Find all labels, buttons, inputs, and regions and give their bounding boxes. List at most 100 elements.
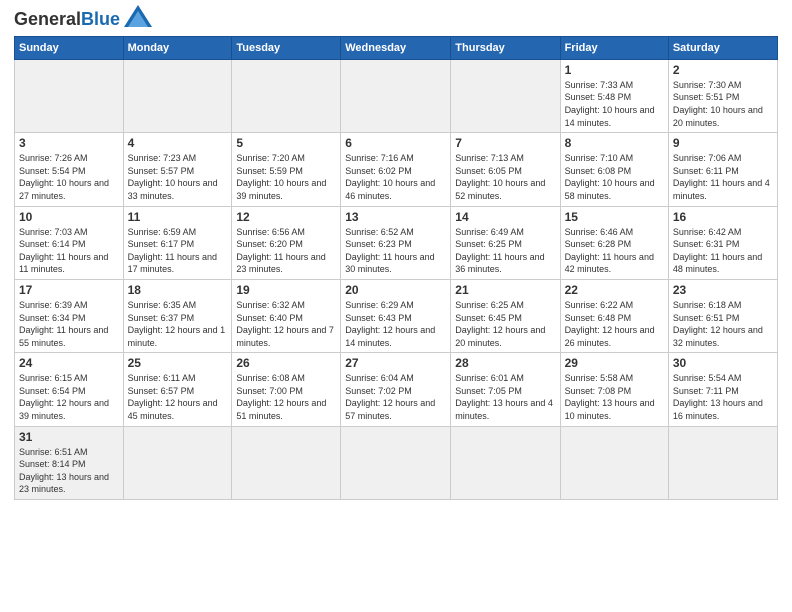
calendar-cell: 22 Sunrise: 6:22 AM Sunset: 6:48 PM Dayli… bbox=[560, 279, 668, 352]
calendar-cell: 17 Sunrise: 6:39 AM Sunset: 6:34 PM Dayli… bbox=[15, 279, 124, 352]
day-info: Sunrise: 6:59 AM Sunset: 6:17 PM Dayligh… bbox=[128, 226, 228, 276]
calendar-cell bbox=[560, 426, 668, 499]
weekday-header-tuesday: Tuesday bbox=[232, 36, 341, 59]
calendar-cell: 9 Sunrise: 7:06 AM Sunset: 6:11 PM Daylig… bbox=[668, 133, 777, 206]
day-info: Sunrise: 7:03 AM Sunset: 6:14 PM Dayligh… bbox=[19, 226, 119, 276]
day-number: 13 bbox=[345, 210, 446, 224]
logo-general: General bbox=[14, 9, 81, 29]
day-number: 2 bbox=[673, 63, 773, 77]
day-number: 21 bbox=[455, 283, 555, 297]
day-number: 22 bbox=[565, 283, 664, 297]
day-number: 23 bbox=[673, 283, 773, 297]
day-number: 30 bbox=[673, 356, 773, 370]
calendar-cell: 2Sunrise: 7:30 AM Sunset: 5:51 PM Daylig… bbox=[668, 59, 777, 132]
day-info: Sunrise: 6:25 AM Sunset: 6:45 PM Dayligh… bbox=[455, 299, 555, 349]
week-row-1: 3Sunrise: 7:26 AM Sunset: 5:54 PM Daylig… bbox=[15, 133, 778, 206]
day-info: Sunrise: 6:51 AM Sunset: 8:14 PM Dayligh… bbox=[19, 446, 119, 496]
week-row-0: 1Sunrise: 7:33 AM Sunset: 5:48 PM Daylig… bbox=[15, 59, 778, 132]
calendar-cell: 25 Sunrise: 6:11 AM Sunset: 6:57 PM Dayli… bbox=[123, 353, 232, 426]
week-row-3: 17 Sunrise: 6:39 AM Sunset: 6:34 PM Dayli… bbox=[15, 279, 778, 352]
day-number: 12 bbox=[236, 210, 336, 224]
calendar-cell: 7 Sunrise: 7:13 AM Sunset: 6:05 PM Daylig… bbox=[451, 133, 560, 206]
logo-area: GeneralBlue bbox=[14, 10, 152, 30]
calendar-cell: 24 Sunrise: 6:15 AM Sunset: 6:54 PM Dayli… bbox=[15, 353, 124, 426]
day-number: 24 bbox=[19, 356, 119, 370]
day-info: Sunrise: 7:33 AM Sunset: 5:48 PM Dayligh… bbox=[565, 79, 664, 129]
day-number: 8 bbox=[565, 136, 664, 150]
day-info: Sunrise: 6:18 AM Sunset: 6:51 PM Dayligh… bbox=[673, 299, 773, 349]
logo-icon bbox=[124, 5, 152, 27]
day-info: Sunrise: 6:01 AM Sunset: 7:05 PM Dayligh… bbox=[455, 372, 555, 422]
calendar-cell bbox=[341, 59, 451, 132]
calendar-cell: 30 Sunrise: 5:54 AM Sunset: 7:11 PM Dayli… bbox=[668, 353, 777, 426]
day-number: 7 bbox=[455, 136, 555, 150]
calendar-cell bbox=[232, 426, 341, 499]
calendar-cell: 14Sunrise: 6:49 AM Sunset: 6:25 PM Dayli… bbox=[451, 206, 560, 279]
calendar-cell: 27Sunrise: 6:04 AM Sunset: 7:02 PM Dayli… bbox=[341, 353, 451, 426]
calendar-cell: 12Sunrise: 6:56 AM Sunset: 6:20 PM Dayli… bbox=[232, 206, 341, 279]
weekday-header-row: SundayMondayTuesdayWednesdayThursdayFrid… bbox=[15, 36, 778, 59]
day-number: 26 bbox=[236, 356, 336, 370]
calendar-cell bbox=[451, 59, 560, 132]
week-row-5: 31 Sunrise: 6:51 AM Sunset: 8:14 PM Dayli… bbox=[15, 426, 778, 499]
day-number: 31 bbox=[19, 430, 119, 444]
day-number: 20 bbox=[345, 283, 446, 297]
weekday-header-sunday: Sunday bbox=[15, 36, 124, 59]
day-number: 27 bbox=[345, 356, 446, 370]
calendar-cell: 11 Sunrise: 6:59 AM Sunset: 6:17 PM Dayli… bbox=[123, 206, 232, 279]
calendar-cell: 20Sunrise: 6:29 AM Sunset: 6:43 PM Dayli… bbox=[341, 279, 451, 352]
logo-blue: Blue bbox=[81, 9, 120, 29]
day-number: 9 bbox=[673, 136, 773, 150]
day-info: Sunrise: 5:58 AM Sunset: 7:08 PM Dayligh… bbox=[565, 372, 664, 422]
calendar-cell bbox=[341, 426, 451, 499]
calendar-cell: 28 Sunrise: 6:01 AM Sunset: 7:05 PM Dayli… bbox=[451, 353, 560, 426]
day-number: 14 bbox=[455, 210, 555, 224]
day-number: 28 bbox=[455, 356, 555, 370]
day-info: Sunrise: 6:11 AM Sunset: 6:57 PM Dayligh… bbox=[128, 372, 228, 422]
day-info: Sunrise: 7:13 AM Sunset: 6:05 PM Dayligh… bbox=[455, 152, 555, 202]
weekday-header-monday: Monday bbox=[123, 36, 232, 59]
day-number: 17 bbox=[19, 283, 119, 297]
weekday-header-friday: Friday bbox=[560, 36, 668, 59]
calendar-cell: 21 Sunrise: 6:25 AM Sunset: 6:45 PM Dayli… bbox=[451, 279, 560, 352]
calendar-cell bbox=[668, 426, 777, 499]
day-number: 16 bbox=[673, 210, 773, 224]
logo-text: GeneralBlue bbox=[14, 10, 120, 30]
calendar-cell: 19 Sunrise: 6:32 AM Sunset: 6:40 PM Dayli… bbox=[232, 279, 341, 352]
day-info: Sunrise: 7:20 AM Sunset: 5:59 PM Dayligh… bbox=[236, 152, 336, 202]
day-number: 10 bbox=[19, 210, 119, 224]
day-info: Sunrise: 5:54 AM Sunset: 7:11 PM Dayligh… bbox=[673, 372, 773, 422]
calendar-cell: 29 Sunrise: 5:58 AM Sunset: 7:08 PM Dayli… bbox=[560, 353, 668, 426]
week-row-2: 10 Sunrise: 7:03 AM Sunset: 6:14 PM Dayli… bbox=[15, 206, 778, 279]
day-info: Sunrise: 7:10 AM Sunset: 6:08 PM Dayligh… bbox=[565, 152, 664, 202]
day-number: 3 bbox=[19, 136, 119, 150]
day-number: 6 bbox=[345, 136, 446, 150]
day-info: Sunrise: 6:46 AM Sunset: 6:28 PM Dayligh… bbox=[565, 226, 664, 276]
calendar-cell: 3Sunrise: 7:26 AM Sunset: 5:54 PM Daylig… bbox=[15, 133, 124, 206]
header: GeneralBlue bbox=[14, 10, 778, 30]
day-info: Sunrise: 6:52 AM Sunset: 6:23 PM Dayligh… bbox=[345, 226, 446, 276]
day-info: Sunrise: 6:08 AM Sunset: 7:00 PM Dayligh… bbox=[236, 372, 336, 422]
day-number: 11 bbox=[128, 210, 228, 224]
calendar-cell bbox=[232, 59, 341, 132]
calendar-cell: 31 Sunrise: 6:51 AM Sunset: 8:14 PM Dayli… bbox=[15, 426, 124, 499]
day-number: 29 bbox=[565, 356, 664, 370]
calendar-cell bbox=[451, 426, 560, 499]
day-number: 19 bbox=[236, 283, 336, 297]
day-info: Sunrise: 6:32 AM Sunset: 6:40 PM Dayligh… bbox=[236, 299, 336, 349]
day-info: Sunrise: 6:35 AM Sunset: 6:37 PM Dayligh… bbox=[128, 299, 228, 349]
calendar-cell: 4 Sunrise: 7:23 AM Sunset: 5:57 PM Daylig… bbox=[123, 133, 232, 206]
day-info: Sunrise: 6:22 AM Sunset: 6:48 PM Dayligh… bbox=[565, 299, 664, 349]
day-info: Sunrise: 6:39 AM Sunset: 6:34 PM Dayligh… bbox=[19, 299, 119, 349]
day-info: Sunrise: 7:23 AM Sunset: 5:57 PM Dayligh… bbox=[128, 152, 228, 202]
day-number: 5 bbox=[236, 136, 336, 150]
calendar-cell: 15Sunrise: 6:46 AM Sunset: 6:28 PM Dayli… bbox=[560, 206, 668, 279]
calendar-cell: 1Sunrise: 7:33 AM Sunset: 5:48 PM Daylig… bbox=[560, 59, 668, 132]
day-number: 4 bbox=[128, 136, 228, 150]
day-info: Sunrise: 6:15 AM Sunset: 6:54 PM Dayligh… bbox=[19, 372, 119, 422]
calendar: SundayMondayTuesdayWednesdayThursdayFrid… bbox=[14, 36, 778, 500]
calendar-cell bbox=[123, 59, 232, 132]
day-info: Sunrise: 7:06 AM Sunset: 6:11 PM Dayligh… bbox=[673, 152, 773, 202]
weekday-header-thursday: Thursday bbox=[451, 36, 560, 59]
day-number: 25 bbox=[128, 356, 228, 370]
